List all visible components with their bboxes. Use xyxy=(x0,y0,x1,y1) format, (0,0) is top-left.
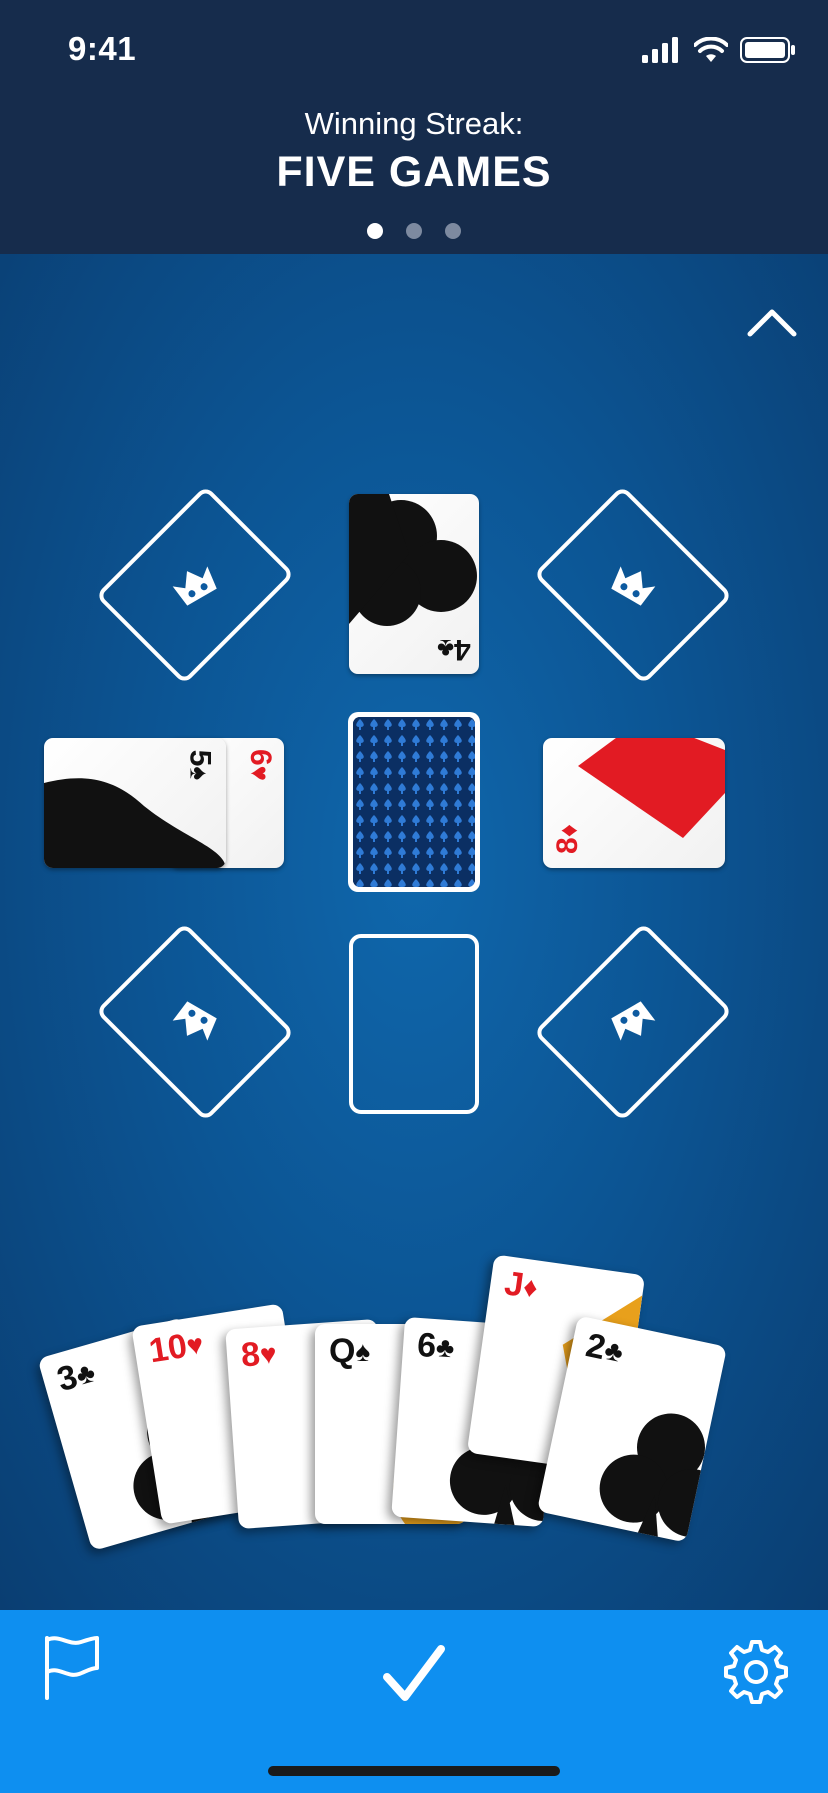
hand-card-index: 6 ♣ xyxy=(416,1326,456,1368)
page-indicator[interactable] xyxy=(0,223,828,239)
page-dot-3[interactable] xyxy=(445,223,461,239)
status-time: 9:41 xyxy=(68,30,137,67)
hand-card-rank: Q xyxy=(329,1332,356,1370)
hand-card-rank: 10 xyxy=(146,1326,190,1371)
flag-icon xyxy=(45,1636,99,1700)
page-dot-2[interactable] xyxy=(406,223,422,239)
confirm-button[interactable] xyxy=(374,1634,454,1714)
hand-card-suit: ♠ xyxy=(355,1335,371,1367)
home-indicator[interactable] xyxy=(268,1766,560,1776)
header-subtitle: Winning Streak: xyxy=(304,106,524,141)
hand-card-index: J ♦ xyxy=(502,1264,540,1307)
status-icons xyxy=(642,36,796,64)
gear-icon xyxy=(724,1640,788,1704)
wifi-icon xyxy=(694,37,728,62)
hand-card-suit: ♣ xyxy=(435,1330,456,1363)
battery-icon xyxy=(740,37,795,63)
page-dot-1[interactable] xyxy=(367,223,383,239)
checkmark-icon xyxy=(383,1645,445,1701)
hand-card-suit: ♥ xyxy=(258,1337,278,1370)
header-title: FIVE GAMES xyxy=(276,148,552,196)
settings-button[interactable] xyxy=(716,1632,796,1712)
player-hand: 3 ♣ 10 ♥ 8 ♥ Q ♠ 6 ♣ J ♦ 2 ♣ xyxy=(0,254,828,1610)
flag-button[interactable] xyxy=(36,1632,106,1702)
hand-card-index: Q ♠ xyxy=(329,1332,370,1371)
hand-card-index: 8 ♥ xyxy=(240,1334,278,1375)
signal-icon xyxy=(642,37,678,63)
hand-card-index: 2 ♣ xyxy=(582,1326,627,1372)
game-table: 4 ♣ 6 ♥ 5 ♠ 8 ♦ 3 ♣ 10 ♥ 8 ♥ Q ♠ 6 ♣ J ♦… xyxy=(0,254,828,1610)
header: 9:41 Winning Streak: FIVE GAMES xyxy=(0,0,828,254)
